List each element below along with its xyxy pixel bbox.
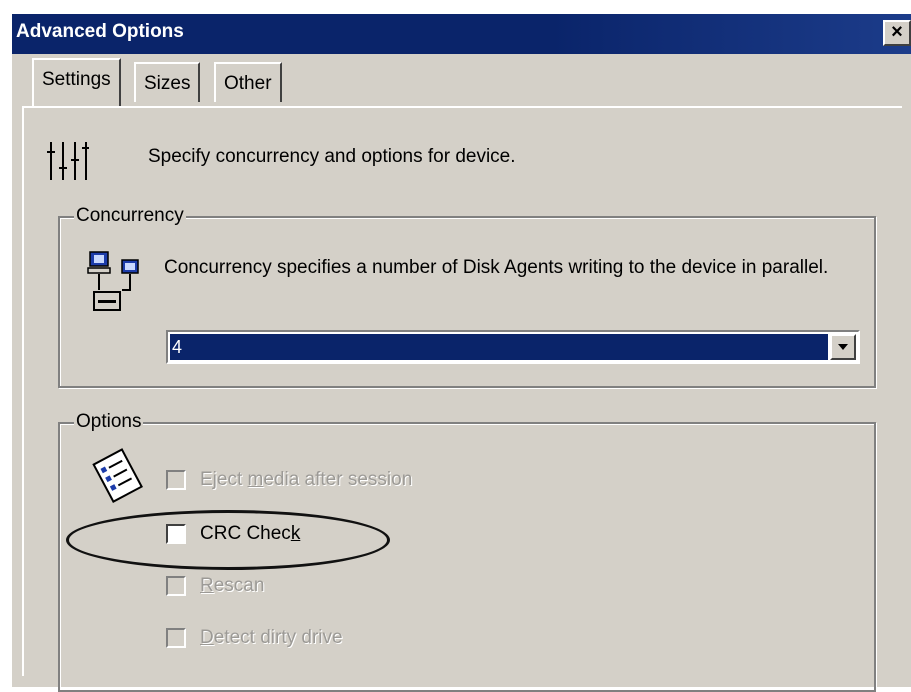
chevron-down-icon: [838, 344, 848, 350]
crc-check-checkbox[interactable]: [166, 524, 186, 544]
rescan-checkbox[interactable]: [166, 576, 186, 596]
dialog-title: Advanced Options: [16, 21, 184, 42]
options-group: Options: [58, 411, 876, 692]
eject-media-checkbox[interactable]: [166, 470, 186, 490]
tab-settings[interactable]: Settings: [32, 58, 121, 106]
concurrency-description: Concurrency specifies a number of Disk A…: [164, 257, 829, 278]
crc-check-label: CRC Check: [200, 523, 301, 544]
checklist-icon: [92, 448, 143, 503]
tab-other-label: Other: [224, 73, 272, 94]
concurrency-select-value: 4: [169, 333, 829, 361]
detect-dirty-drive-label: Detect dirty drive: [200, 627, 343, 648]
tab-sizes[interactable]: Sizes: [134, 62, 201, 102]
rescan-label: Rescan: [200, 575, 265, 596]
tab-settings-label: Settings: [42, 69, 111, 90]
close-button[interactable]: ×: [883, 20, 911, 46]
network-computers-icon: [87, 251, 139, 311]
sliders-icon: [47, 142, 89, 180]
close-icon: ×: [891, 21, 903, 43]
options-legend: Options: [74, 411, 144, 433]
tab-sizes-label: Sizes: [144, 73, 191, 94]
detect-dirty-drive-checkbox[interactable]: [166, 628, 186, 648]
title-bar[interactable]: Advanced Options ×: [12, 14, 911, 54]
eject-media-label: Eject media after session: [200, 469, 413, 490]
tab-other[interactable]: Other: [214, 62, 282, 102]
header-description: Specify concurrency and options for devi…: [148, 146, 516, 167]
concurrency-select[interactable]: 4: [166, 330, 860, 364]
dropdown-button[interactable]: [830, 334, 856, 360]
concurrency-legend: Concurrency: [74, 205, 186, 227]
